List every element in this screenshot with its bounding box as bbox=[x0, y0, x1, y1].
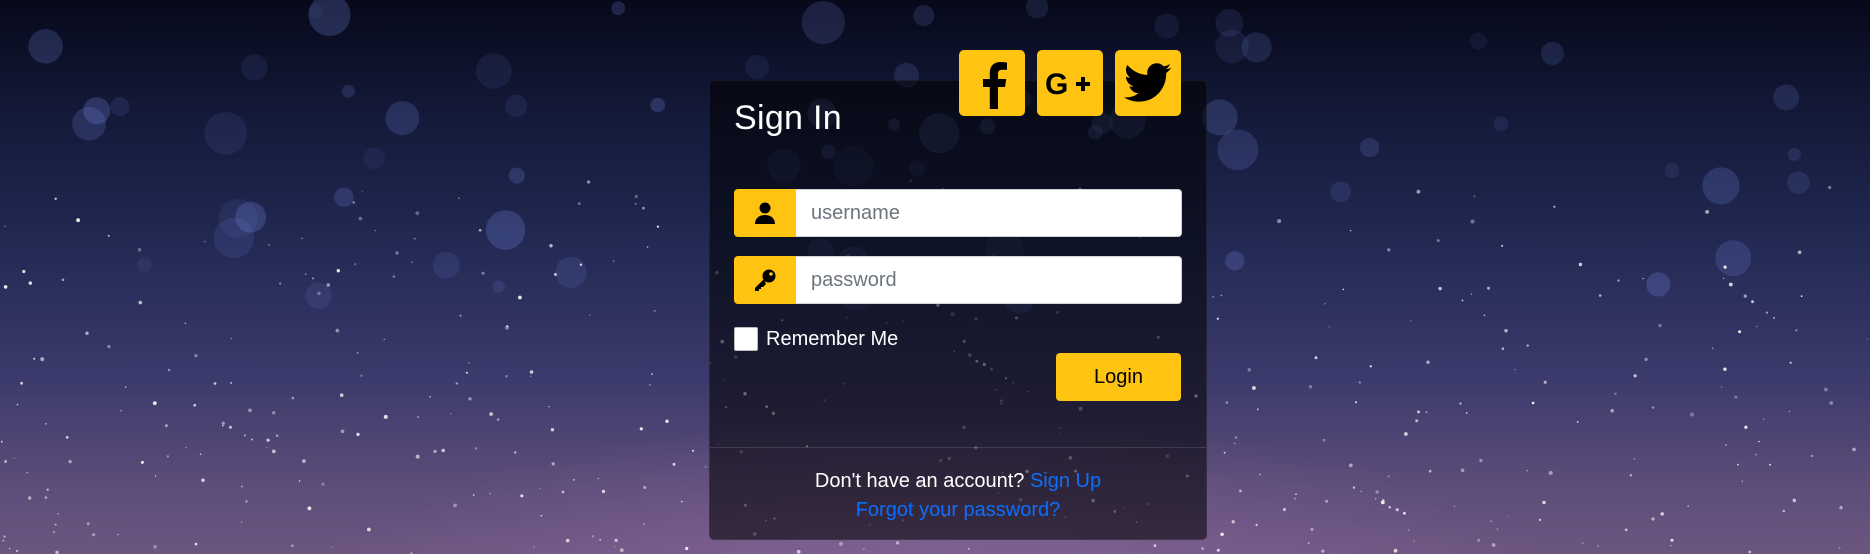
password-group bbox=[734, 256, 1182, 304]
remember-me-row: Remember Me bbox=[734, 327, 898, 351]
svg-text:G: G bbox=[1045, 68, 1068, 101]
forgot-line: Forgot your password? bbox=[710, 499, 1206, 522]
login-button[interactable]: Login bbox=[1056, 353, 1181, 401]
card-footer: Don't have an account? Sign Up Forgot yo… bbox=[710, 447, 1206, 539]
remember-me-checkbox[interactable] bbox=[734, 327, 758, 351]
signup-prompt: Don't have an account? bbox=[814, 470, 1025, 492]
twitter-icon bbox=[1124, 63, 1172, 102]
google-plus-icon: G bbox=[1045, 68, 1090, 101]
username-input[interactable] bbox=[796, 189, 1182, 237]
social-icons: G bbox=[959, 50, 1181, 116]
user-icon bbox=[755, 202, 775, 224]
facebook-button[interactable] bbox=[959, 50, 1025, 116]
google-plus-button[interactable]: G bbox=[1037, 50, 1103, 116]
password-input[interactable] bbox=[796, 256, 1182, 304]
forgot-password-link[interactable]: Forgot your password? bbox=[856, 499, 1061, 521]
facebook-icon bbox=[983, 62, 1007, 109]
key-icon bbox=[755, 269, 776, 291]
signup-line: Don't have an account? Sign Up bbox=[710, 470, 1206, 493]
page-title: Sign In bbox=[734, 99, 842, 137]
remember-me-label[interactable]: Remember Me bbox=[766, 328, 898, 351]
signup-link[interactable]: Sign Up bbox=[1030, 470, 1101, 492]
login-card: Sign In G username Remember Me Login Don… bbox=[709, 50, 1207, 540]
twitter-button[interactable] bbox=[1115, 50, 1181, 116]
username-group bbox=[734, 189, 1182, 237]
user-icon-addon bbox=[734, 189, 796, 237]
key-icon-addon bbox=[734, 256, 796, 304]
